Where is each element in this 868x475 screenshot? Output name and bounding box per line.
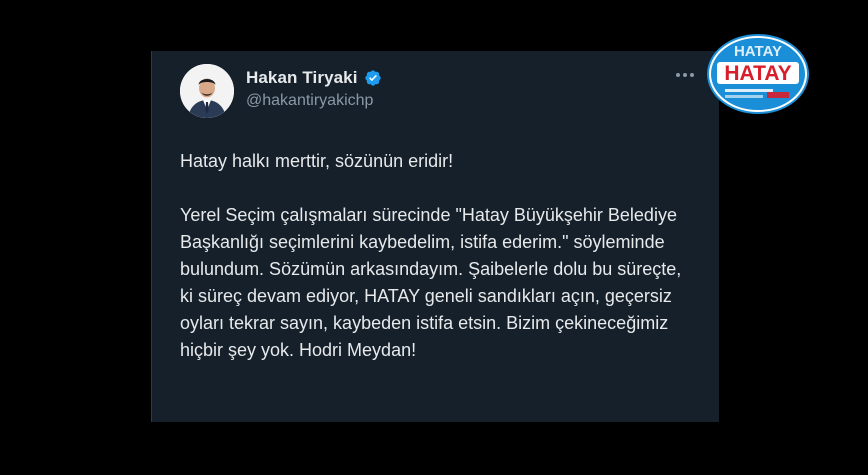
hatay-logo: HATAY HATAY bbox=[705, 32, 811, 116]
screenshot-stage: Hakan Tiryaki @hakantiryakichp Hatay hal… bbox=[0, 0, 868, 475]
author-name-row: Hakan Tiryaki bbox=[246, 67, 382, 89]
verified-badge-icon bbox=[364, 69, 382, 87]
tweet-card: Hakan Tiryaki @hakantiryakichp Hatay hal… bbox=[151, 51, 719, 422]
author-handle[interactable]: @hakantiryakichp bbox=[246, 92, 373, 110]
tweet-paragraph: Yerel Seçim çalışmaları sürecinde "Hatay… bbox=[180, 205, 682, 360]
logo-text: HATAY bbox=[724, 62, 791, 85]
tweet-text: Hatay halkı merttir, sözünün eridir! Yer… bbox=[180, 148, 690, 364]
avatar[interactable] bbox=[180, 64, 234, 118]
more-options-icon[interactable] bbox=[671, 65, 699, 85]
tweet-paragraph: Hatay halkı merttir, sözünün eridir! bbox=[180, 151, 454, 171]
logo-text-top: HATAY bbox=[734, 43, 782, 60]
avatar-image bbox=[180, 64, 234, 118]
author-name[interactable]: Hakan Tiryaki bbox=[246, 68, 358, 88]
